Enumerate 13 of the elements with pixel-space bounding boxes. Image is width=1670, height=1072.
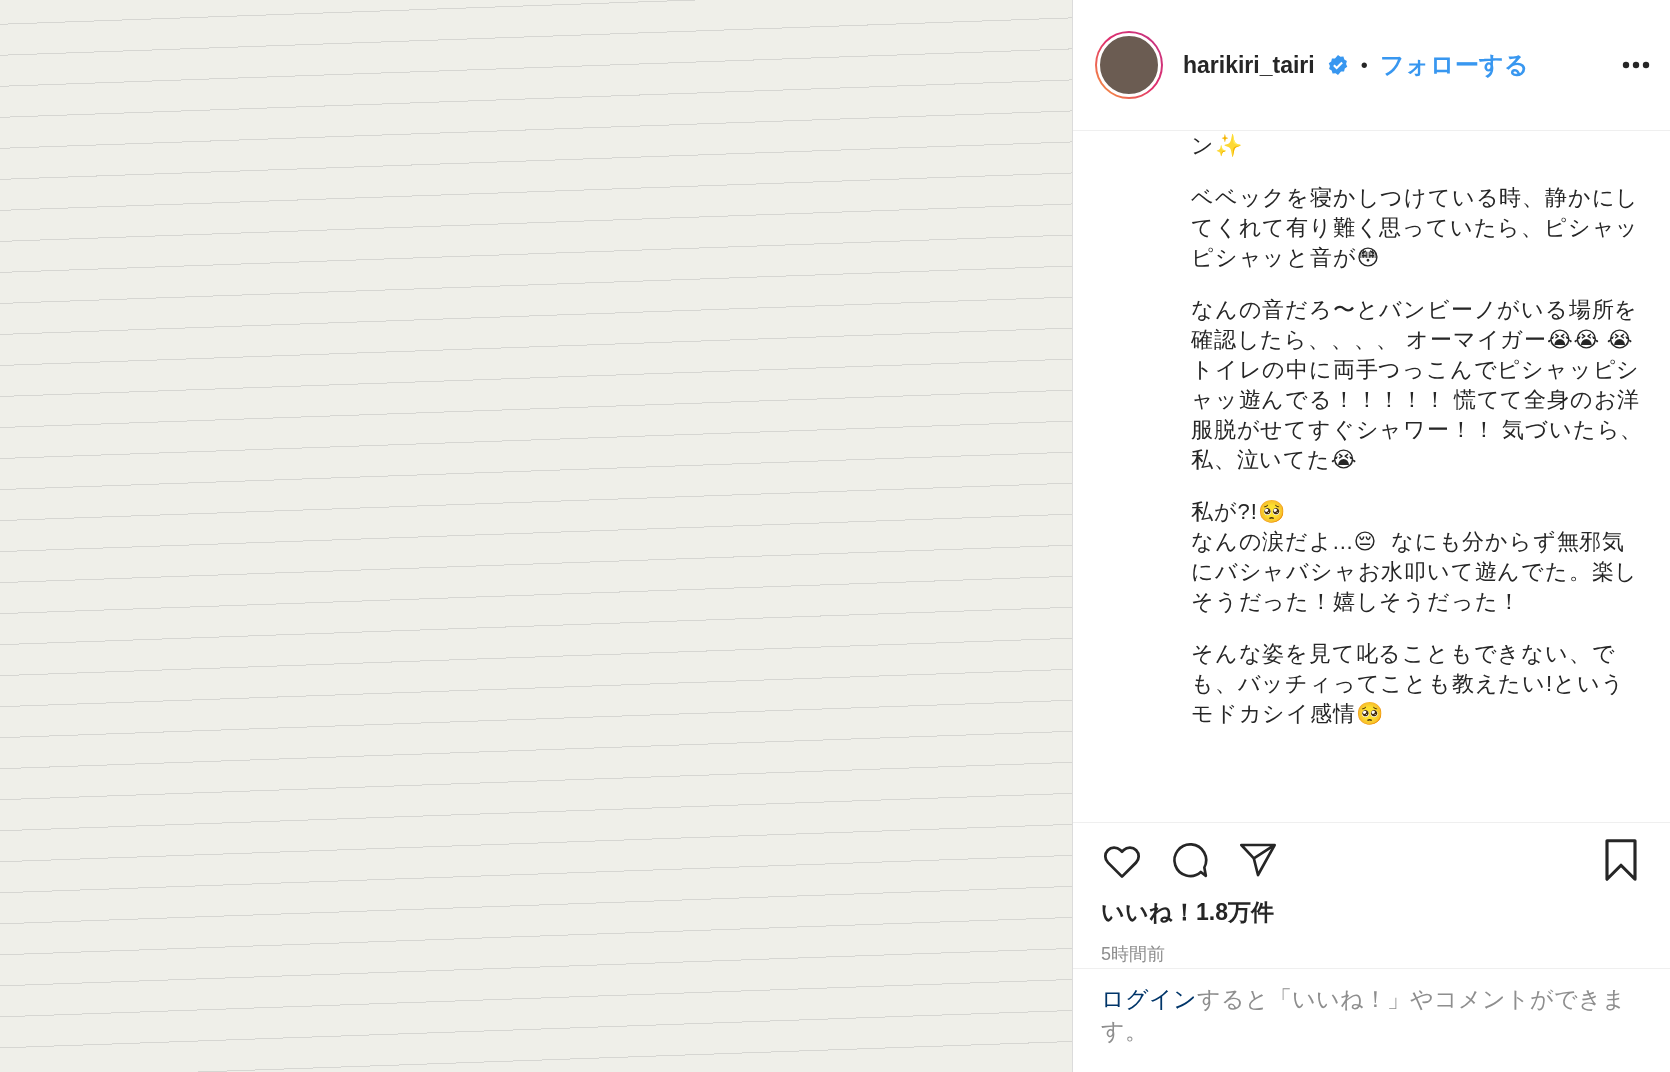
login-prompt: ログインすると「いいね！」やコメントができます。	[1073, 968, 1670, 1072]
login-link[interactable]: ログイン	[1101, 986, 1197, 1012]
caption-paragraph: そんな姿を見て叱ることもできない、でも、バッチィってことも教えたい!というモドカシイ感情🥺	[1191, 640, 1626, 728]
more-options-icon[interactable]	[1622, 61, 1650, 69]
caption-paragraph: ン✨	[1191, 132, 1244, 160]
like-count[interactable]: いいね！1.8万件	[1101, 897, 1640, 928]
caption-paragraph: 私が?!🥺 なんの涙だよ...😔 なにも分からず無邪気にバシャバシャお水叩いて遊んでた。楽しそうだった！嬉しそうだった！	[1191, 498, 1640, 616]
caption-paragraph: なんの音だろ〜とバンビーノがいる場所を確認したら、、、、 オーマイガー😭😭 😭 トイレの中に両手つっこんでピシャッピシャッ遊んでる！！！！！ 慌てて全身のお洋服脱がせてすぐシャワー！！ 気づいたら、私、泣いてた😭	[1191, 296, 1645, 474]
separator-dot: •	[1360, 53, 1368, 77]
bookmark-icon[interactable]	[1602, 839, 1640, 881]
post-time: 5時間前	[1101, 943, 1166, 966]
caption-paragraph: ベベックを寝かしつけている時、静かにしてくれて有り難く思っていたら、ピシャッピシャッと音が😳	[1191, 184, 1641, 272]
username[interactable]: harikiri_tairi	[1183, 51, 1315, 79]
